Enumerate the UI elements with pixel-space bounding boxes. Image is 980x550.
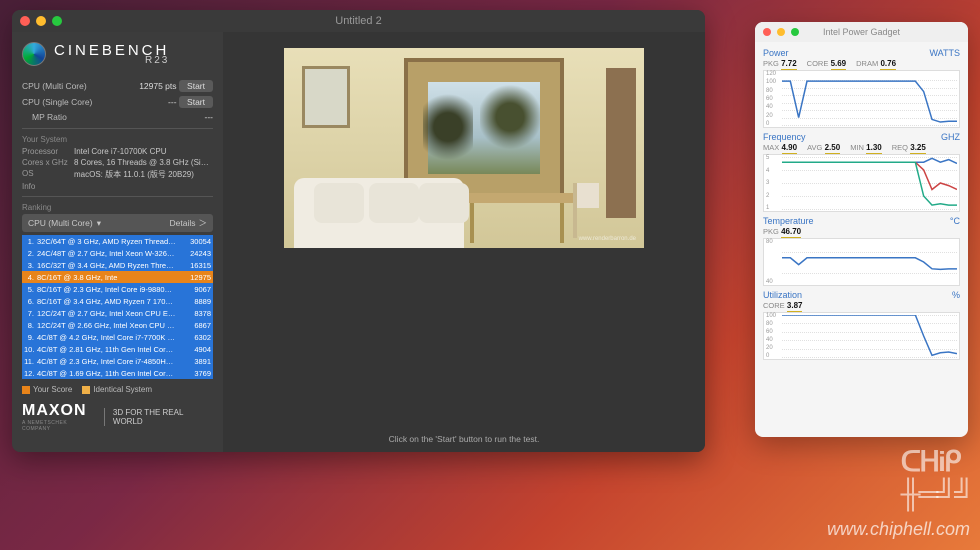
- cinebench-window: Untitled 2 CINEBENCH R23 CPU (Multi Core…: [12, 10, 705, 452]
- mp-ratio-score: ---: [205, 112, 214, 122]
- util-label: Utilization: [763, 290, 802, 300]
- minimize-icon[interactable]: [36, 16, 46, 26]
- ranking-row[interactable]: 4.8C/16T @ 3.8 GHz, Inte12975: [22, 271, 213, 283]
- render-watermark: www.renderbarron.de: [579, 236, 636, 242]
- power-gadget-window: Intel Power Gadget PowerWATTS PKG 7.72 C…: [755, 22, 968, 437]
- pg-titlebar[interactable]: Intel Power Gadget: [755, 22, 968, 42]
- multi-core-label: CPU (Multi Core): [22, 81, 87, 91]
- cinema4d-icon: [22, 42, 46, 66]
- power-pkg: 7.72: [781, 59, 797, 70]
- power-core: 5.69: [831, 59, 847, 70]
- legend-your-score: Your Score: [33, 385, 72, 394]
- maximize-icon[interactable]: [791, 28, 799, 36]
- freq-unit: GHZ: [941, 132, 960, 142]
- close-icon[interactable]: [20, 16, 30, 26]
- ranking-section-title: Ranking: [22, 203, 213, 212]
- single-core-score: ---: [168, 97, 177, 107]
- freq-avg: 2.50: [825, 143, 841, 154]
- ranking-row[interactable]: 10.4C/8T @ 2.81 GHz, 11th Gen Intel Core…: [22, 343, 213, 355]
- maxon-tagline: 3D FOR THE REAL WORLD: [104, 408, 213, 426]
- temp-pkg: 46.70: [781, 227, 801, 238]
- cinebench-sidebar: CINEBENCH R23 CPU (Multi Core) 12975 pts…: [12, 32, 223, 452]
- start-hint: Click on the 'Start' button to run the t…: [389, 434, 540, 444]
- ranking-row[interactable]: 11.4C/8T @ 2.3 GHz, Intel Core i7-4850HQ…: [22, 355, 213, 367]
- temp-chart: 8040: [763, 238, 960, 286]
- ranking-row[interactable]: 8.12C/24T @ 2.66 GHz, Intel Xeon CPU X56…: [22, 319, 213, 331]
- ranking-row[interactable]: 9.4C/8T @ 4.2 GHz, Intel Core i7-7700K C…: [22, 331, 213, 343]
- freq-min: 1.30: [866, 143, 882, 154]
- window-title: Untitled 2: [12, 15, 705, 27]
- temp-label: Temperature: [763, 216, 814, 226]
- watermark: www.chiphell.com: [827, 519, 970, 540]
- ranking-row[interactable]: 1.32C/64T @ 3 GHz, AMD Ryzen Threadrippe…: [22, 235, 213, 247]
- ranking-row[interactable]: 2.24C/48T @ 2.7 GHz, Intel Xeon W-3265M …: [22, 247, 213, 259]
- freq-label: Frequency: [763, 132, 806, 142]
- chevron-right-icon: ＞: [198, 217, 207, 229]
- ranking-row[interactable]: 6.8C/16T @ 3.4 GHz, AMD Ryzen 7 1700X Ei…: [22, 295, 213, 307]
- details-label: Details: [170, 218, 196, 228]
- ranking-row[interactable]: 12.4C/8T @ 1.69 GHz, 11th Gen Intel Core…: [22, 367, 213, 379]
- close-icon[interactable]: [763, 28, 771, 36]
- mp-ratio-label: MP Ratio: [22, 112, 67, 122]
- maximize-icon[interactable]: [52, 16, 62, 26]
- power-dram: 0.76: [880, 59, 896, 70]
- chiphell-logo: ᑕᕼiᑭ╫═╝╝: [901, 445, 972, 510]
- util-core: 3.87: [787, 301, 803, 312]
- freq-req: 3.25: [910, 143, 926, 154]
- maxon-logo: MAXON: [22, 402, 96, 420]
- system-row: ProcessorIntel Core i7-10700K CPU: [22, 146, 213, 157]
- system-row: OSmacOS: 版本 11.0.1 (版号 20B29): [22, 168, 213, 181]
- freq-chart: 54321: [763, 154, 960, 212]
- ranking-row[interactable]: 5.8C/16T @ 2.3 GHz, Intel Core i9-9880H …: [22, 283, 213, 295]
- legend-identical: Identical System: [93, 385, 152, 394]
- start-multi-button[interactable]: Start: [179, 80, 213, 92]
- single-core-label: CPU (Single Core): [22, 97, 92, 107]
- minimize-icon[interactable]: [777, 28, 785, 36]
- system-row: Cores x GHz8 Cores, 16 Threads @ 3.8 GHz…: [22, 157, 213, 168]
- render-preview: www.renderbarron.de: [284, 48, 644, 248]
- power-label: Power: [763, 48, 789, 58]
- ranking-mode-dropdown[interactable]: CPU (Multi Core) ▾ Details ＞: [22, 214, 213, 232]
- start-single-button[interactable]: Start: [179, 96, 213, 108]
- multi-core-score: 12975 pts: [139, 81, 176, 91]
- render-viewport: www.renderbarron.de Click on the 'Start'…: [223, 32, 705, 452]
- power-unit: WATTS: [930, 48, 961, 58]
- temp-unit: °C: [950, 216, 960, 226]
- freq-max: 4.90: [782, 143, 798, 154]
- ranking-row[interactable]: 7.12C/24T @ 2.7 GHz, Intel Xeon CPU E5-2…: [22, 307, 213, 319]
- power-chart: 120100806040200: [763, 70, 960, 128]
- maxon-subtitle: A NEMETSCHEK COMPANY: [22, 420, 96, 432]
- system-row: Info: [22, 181, 213, 192]
- ranking-row[interactable]: 3.16C/32T @ 3.4 GHz, AMD Ryzen Threadrip…: [22, 259, 213, 271]
- system-section-title: Your System: [22, 135, 213, 144]
- cinebench-titlebar[interactable]: Untitled 2: [12, 10, 705, 32]
- chevron-down-icon: ▾: [97, 218, 101, 229]
- util-chart: 100806040200: [763, 312, 960, 360]
- util-unit: %: [952, 290, 960, 300]
